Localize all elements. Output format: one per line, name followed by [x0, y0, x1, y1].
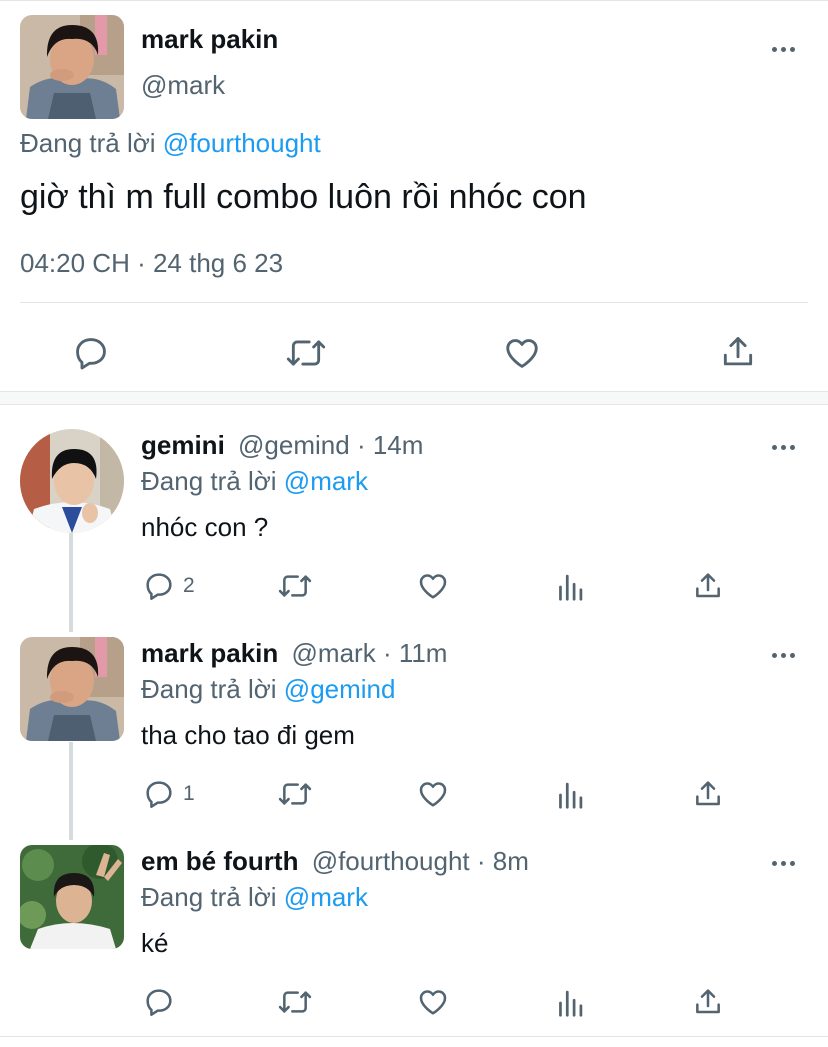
share-button[interactable] [692, 570, 724, 602]
reply-author-name[interactable]: mark pakin [141, 638, 278, 668]
reply-author-handle[interactable]: @mark [292, 638, 376, 668]
like-button[interactable] [416, 570, 450, 602]
section-separator [0, 391, 828, 405]
reply-icon [146, 573, 172, 600]
analytics-icon [559, 782, 583, 809]
top-border [0, 0, 828, 1]
like-icon [419, 782, 447, 807]
reply-author-handle[interactable]: @gemind [238, 430, 350, 460]
like-button[interactable] [416, 986, 450, 1018]
reply-text: ké [141, 928, 169, 958]
replying-to-link[interactable]: @mark [284, 466, 368, 496]
reply-header: em bé fourth @fourthought · 8m [141, 846, 529, 877]
reply-time[interactable]: · 8m [477, 846, 529, 876]
reply-button[interactable] [72, 334, 110, 372]
avatar-mark-pakin[interactable] [20, 15, 124, 119]
more-icon[interactable] [772, 858, 802, 868]
like-icon [506, 339, 538, 368]
like-icon [419, 574, 447, 599]
share-icon [723, 337, 753, 366]
reply-header: mark pakin @mark · 11m [141, 638, 447, 669]
share-icon [696, 781, 720, 806]
reply-text: nhóc con ? [141, 512, 269, 542]
reply-time[interactable]: · 11m [383, 638, 448, 668]
reply-count: 1 [183, 782, 195, 805]
reply-author-handle[interactable]: @fourthought [312, 846, 470, 876]
like-button[interactable] [416, 778, 450, 810]
analytics-button[interactable] [556, 988, 584, 1018]
retweet-button[interactable] [285, 334, 327, 372]
retweet-icon [278, 575, 312, 597]
like-icon [419, 990, 447, 1015]
like-button[interactable] [502, 334, 542, 372]
more-icon[interactable] [772, 442, 802, 452]
thread-line [69, 532, 73, 632]
reply-count: 2 [183, 574, 195, 597]
reply-button[interactable]: 2 [143, 570, 195, 602]
reply-button[interactable]: 1 [143, 778, 195, 810]
replying-to-link[interactable]: @fourthought [163, 128, 321, 158]
divider [20, 302, 808, 303]
replying-prefix: Đang trả lời [141, 674, 277, 704]
retweet-button[interactable] [277, 778, 313, 810]
retweet-icon [278, 991, 312, 1013]
reply-author-name[interactable]: gemini [141, 430, 225, 460]
analytics-icon [559, 574, 583, 601]
reply-header: gemini @gemind · 14m [141, 430, 423, 461]
reply-time[interactable]: · 14m [357, 430, 423, 460]
reply-button[interactable] [143, 986, 175, 1018]
replying-prefix: Đang trả lời [141, 882, 277, 912]
avatar-em-be-fourth[interactable] [20, 845, 124, 949]
tweet-text: giờ thì m full combo luôn rồi nhóc con [20, 178, 587, 216]
reply-icon [146, 781, 172, 808]
retweet-button[interactable] [277, 570, 313, 602]
replying-to-link[interactable]: @gemind [284, 674, 396, 704]
replying-prefix: Đang trả lời [141, 466, 277, 496]
share-icon [696, 989, 720, 1014]
analytics-icon [559, 990, 583, 1017]
avatar-gemini[interactable] [20, 429, 124, 533]
analytics-button[interactable] [556, 780, 584, 810]
reply-author-name[interactable]: em bé fourth [141, 846, 298, 876]
author-handle[interactable]: @mark [141, 70, 225, 101]
reply-icon [146, 989, 172, 1016]
avatar-mark-pakin[interactable] [20, 637, 124, 741]
reply-icon [76, 338, 106, 370]
thread-line [69, 742, 73, 840]
tweet-timestamp[interactable]: 04:20 CH · 24 thg 6 23 [20, 248, 283, 279]
analytics-button[interactable] [556, 572, 584, 602]
share-button[interactable] [692, 986, 724, 1018]
share-button[interactable] [692, 778, 724, 810]
retweet-icon [286, 340, 326, 366]
reply-text: tha cho tao đi gem [141, 720, 355, 750]
share-icon [696, 573, 720, 598]
retweet-icon [278, 783, 312, 805]
replying-to-line: Đang trả lời @mark [141, 466, 368, 497]
replying-prefix: Đang trả lời [20, 128, 156, 158]
replying-to-line: Đang trả lời @mark [141, 882, 368, 913]
replying-to-link[interactable]: @mark [284, 882, 368, 912]
more-icon[interactable] [772, 650, 802, 660]
replying-to-line: Đang trả lời @gemind [141, 674, 395, 705]
more-icon[interactable] [772, 44, 802, 54]
author-name[interactable]: mark pakin [141, 24, 278, 55]
replying-to-line: Đang trả lời @fourthought [20, 128, 321, 159]
share-button[interactable] [719, 332, 757, 372]
retweet-button[interactable] [277, 986, 313, 1018]
bottom-divider [0, 1036, 828, 1037]
